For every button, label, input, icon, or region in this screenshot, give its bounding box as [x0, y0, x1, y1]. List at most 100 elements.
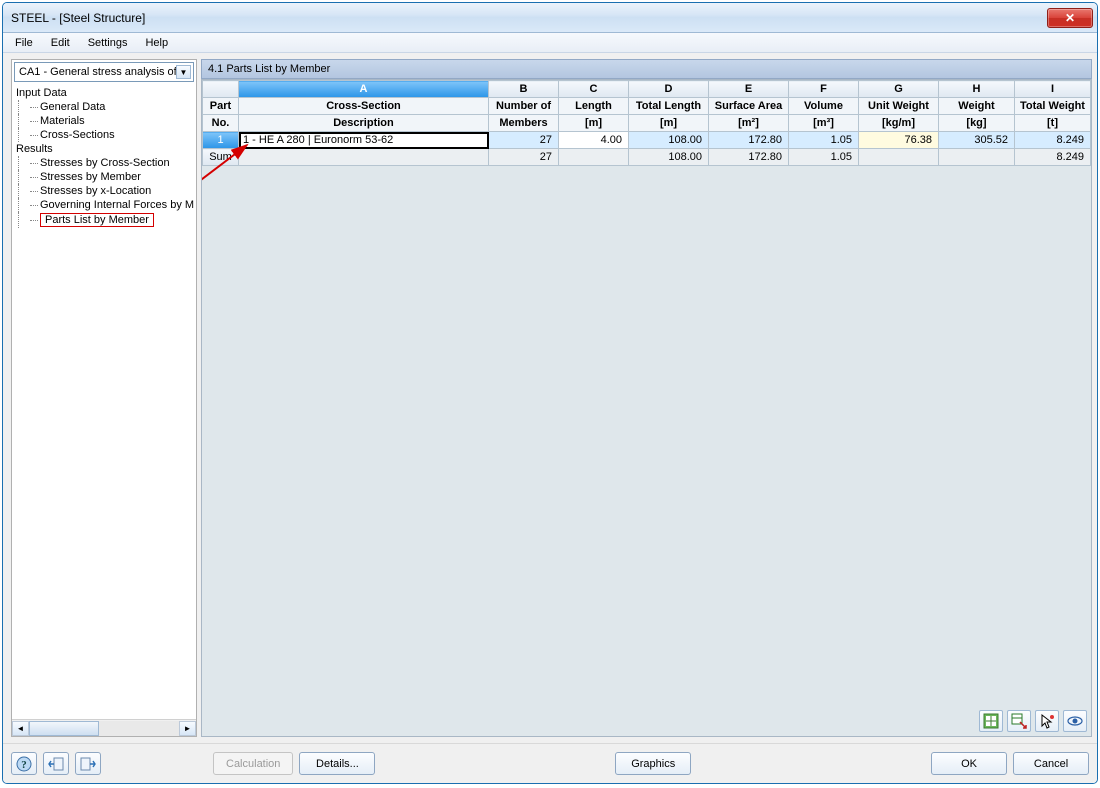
tree-item-general-data[interactable]: General Data [12, 100, 196, 114]
cell-total-weight: 8.249 [1015, 132, 1091, 149]
hdr-unit-weight: Unit Weight [859, 98, 939, 115]
prev-icon [48, 757, 64, 771]
main-panel: 4.1 Parts List by Member A B C [201, 59, 1092, 737]
col-letter-c[interactable]: C [559, 81, 629, 98]
menu-help[interactable]: Help [137, 35, 176, 51]
app-window: STEEL - [Steel Structure] ✕ File Edit Se… [2, 2, 1098, 784]
svg-text:?: ? [21, 759, 27, 771]
col-hdr-blank [203, 81, 239, 98]
col-letter-g[interactable]: G [859, 81, 939, 98]
hdr-total-length: Total Length [629, 98, 709, 115]
scroll-thumb[interactable] [29, 721, 99, 736]
menu-settings[interactable]: Settings [80, 35, 136, 51]
scroll-right-icon[interactable]: ► [179, 721, 196, 736]
tree-item-cross-sections[interactable]: Cross-Sections [12, 128, 196, 142]
hdr-cross-section: Cross-Section [239, 98, 489, 115]
tree-item-stresses-x-location[interactable]: Stresses by x-Location [12, 184, 196, 198]
window-title: STEEL - [Steel Structure] [11, 11, 1047, 25]
hdr-no: No. [203, 115, 239, 132]
pick-button[interactable] [1035, 710, 1059, 732]
grid-toolbar [979, 710, 1087, 732]
close-button[interactable]: ✕ [1047, 8, 1093, 28]
hdr-volume-unit: [m³] [789, 115, 859, 132]
scroll-track[interactable] [29, 721, 179, 736]
help-button[interactable]: ? [11, 752, 37, 775]
case-selector-value: CA1 - General stress analysis of [19, 66, 177, 78]
sum-total-weight: 8.249 [1015, 149, 1091, 166]
hdr-weight: Weight [939, 98, 1015, 115]
cell-total-length: 108.00 [629, 132, 709, 149]
hdr-surface-unit: [m²] [709, 115, 789, 132]
sum-volume: 1.05 [789, 149, 859, 166]
row-no: 1 [203, 132, 239, 149]
col-letter-d[interactable]: D [629, 81, 709, 98]
col-letter-a[interactable]: A [239, 81, 489, 98]
titlebar: STEEL - [Steel Structure] ✕ [3, 3, 1097, 33]
parts-table[interactable]: A B C D E F G H I Part Cross-Section [202, 80, 1091, 166]
menu-edit[interactable]: Edit [43, 35, 78, 51]
cell-volume: 1.05 [789, 132, 859, 149]
hdr-total-weight: Total Weight [1015, 98, 1091, 115]
export-excel-button[interactable] [979, 710, 1003, 732]
tree-item-stresses-cross-section[interactable]: Stresses by Cross-Section [12, 156, 196, 170]
sum-members: 27 [489, 149, 559, 166]
hdr-volume: Volume [789, 98, 859, 115]
col-letter-b[interactable]: B [489, 81, 559, 98]
hdr-description: Description [239, 115, 489, 132]
tree-header-input: Input Data [12, 86, 196, 100]
sum-desc [239, 149, 489, 166]
cell-length: 4.00 [559, 132, 629, 149]
sum-length [559, 149, 629, 166]
sum-weight [939, 149, 1015, 166]
menu-file[interactable]: File [7, 35, 41, 51]
panel-title: 4.1 Parts List by Member [201, 59, 1092, 79]
hdr-length: Length [559, 98, 629, 115]
cursor-pick-icon [1039, 713, 1055, 729]
col-letter-i[interactable]: I [1015, 81, 1091, 98]
tree-item-stresses-member[interactable]: Stresses by Member [12, 170, 196, 184]
tree-item-governing-forces[interactable]: Governing Internal Forces by M [12, 198, 196, 212]
tree-item-parts-list[interactable]: Parts List by Member [12, 212, 196, 228]
table-row[interactable]: 1 1 - HE A 280 | Euronorm 53-62 27 4.00 … [203, 132, 1091, 149]
cell-members: 27 [489, 132, 559, 149]
graphics-button[interactable]: Graphics [615, 752, 691, 775]
close-icon: ✕ [1065, 11, 1075, 25]
details-button[interactable]: Details... [299, 752, 375, 775]
content-area: CA1 - General stress analysis of ▼ Input… [3, 53, 1097, 743]
hdr-total-length-unit: [m] [629, 115, 709, 132]
eye-icon [1067, 713, 1083, 729]
prev-table-button[interactable] [43, 752, 69, 775]
sum-row: Sum 27 108.00 172.80 1.05 8.249 [203, 149, 1091, 166]
export-table-button[interactable] [1007, 710, 1031, 732]
col-letter-f[interactable]: F [789, 81, 859, 98]
bottom-toolbar: ? Calculation Details... Graphics OK Can… [3, 743, 1097, 783]
case-selector[interactable]: CA1 - General stress analysis of ▼ [14, 62, 194, 82]
table-arrow-icon [1011, 713, 1027, 729]
cell-surface: 172.80 [709, 132, 789, 149]
cell-weight: 305.52 [939, 132, 1015, 149]
col-letter-h[interactable]: H [939, 81, 1015, 98]
menubar: File Edit Settings Help [3, 33, 1097, 53]
sum-label: Sum [203, 149, 239, 166]
tree-scrollbar[interactable]: ◄ ► [12, 719, 196, 736]
cancel-button[interactable]: Cancel [1013, 752, 1089, 775]
cell-description[interactable]: 1 - HE A 280 | Euronorm 53-62 [239, 132, 489, 149]
hdr-part: Part [203, 98, 239, 115]
hdr-length-unit: [m] [559, 115, 629, 132]
next-table-button[interactable] [75, 752, 101, 775]
hdr-unit-weight-unit: [kg/m] [859, 115, 939, 132]
hdr-number-of: Number of [489, 98, 559, 115]
scroll-left-icon[interactable]: ◄ [12, 721, 29, 736]
tree-item-materials[interactable]: Materials [12, 114, 196, 128]
col-letter-e[interactable]: E [709, 81, 789, 98]
hdr-surface-area: Surface Area [709, 98, 789, 115]
next-icon [80, 757, 96, 771]
view-button[interactable] [1063, 710, 1087, 732]
calculation-button[interactable]: Calculation [213, 752, 293, 775]
chevron-down-icon: ▼ [176, 65, 191, 79]
ok-button[interactable]: OK [931, 752, 1007, 775]
table-green-icon [983, 713, 999, 729]
sum-total-length: 108.00 [629, 149, 709, 166]
selected-tree-item: Parts List by Member [40, 213, 154, 227]
hdr-weight-unit: [kg] [939, 115, 1015, 132]
